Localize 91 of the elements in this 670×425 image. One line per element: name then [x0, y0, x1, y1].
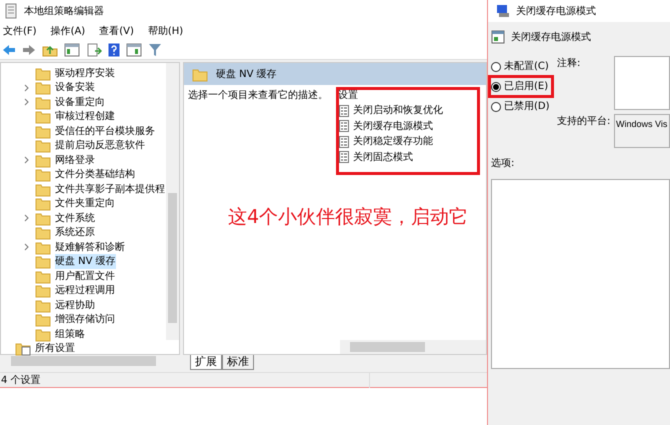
comment-field[interactable]: [614, 56, 670, 110]
tree-item[interactable]: 远程协助: [55, 298, 95, 313]
highlight-frame: [488, 75, 554, 98]
window-title: 本地组策略编辑器: [24, 4, 104, 18]
back-arrow-icon[interactable]: [2, 44, 16, 56]
radio-label[interactable]: 未配置(C): [504, 59, 549, 74]
folder-icon: [35, 312, 51, 328]
app-icon: [4, 3, 18, 19]
column-header[interactable]: 设置: [338, 88, 478, 103]
tree-item[interactable]: 文件分类基础结构: [55, 167, 135, 182]
tab[interactable]: 扩展: [190, 355, 222, 370]
forward-arrow-icon[interactable]: [22, 44, 36, 56]
radio-label[interactable]: 已禁用(D): [504, 99, 550, 114]
folder-icon: [35, 138, 51, 154]
tree-item[interactable]: 硬盘 NV 缓存: [55, 254, 116, 270]
tree-item[interactable]: 驱动程序安装: [55, 66, 115, 81]
setting-item[interactable]: 关闭固态模式: [353, 150, 413, 165]
scrollbar[interactable]: [166, 63, 179, 340]
tree-item[interactable]: 设备安装: [55, 80, 95, 96]
tree-item[interactable]: 增强存储访问: [55, 312, 115, 328]
tree-item[interactable]: 用户配置文件: [55, 268, 115, 284]
export-list-icon[interactable]: [86, 42, 102, 56]
menu-item[interactable]: 操作(A): [50, 24, 86, 38]
folder-icon: [35, 80, 51, 96]
folder-icon: [35, 109, 51, 124]
properties-icon[interactable]: [126, 42, 142, 56]
tree-item[interactable]: 疑难解答和诊断: [55, 240, 125, 255]
field-label: 注释:: [557, 56, 582, 71]
folder-icon: [35, 268, 51, 284]
folder-icon: [192, 66, 208, 82]
help-icon[interactable]: [108, 42, 120, 56]
expand-chevron-icon[interactable]: [24, 243, 30, 252]
policy-setting-icon: [338, 104, 350, 117]
folder-icon: [35, 66, 51, 81]
annotation-text: 这4个小伙伴很寂寞，启动它: [228, 205, 468, 230]
folder-icon: [35, 124, 51, 139]
tree-item[interactable]: 审核过程创建: [55, 109, 115, 124]
folder-icon: [35, 152, 51, 168]
tree-item[interactable]: 文件系统: [55, 210, 95, 226]
expand-chevron-icon[interactable]: [24, 156, 30, 164]
radio-label[interactable]: 已启用(E): [504, 79, 548, 94]
tree-item[interactable]: 文件夹重定向: [55, 196, 115, 212]
tree-item[interactable]: 提前启动反恶意软件: [55, 138, 145, 154]
folder-icon: [35, 210, 51, 226]
folder-icon: [35, 167, 51, 182]
expand-chevron-icon[interactable]: [24, 84, 30, 92]
policy-setting-icon: [338, 120, 350, 132]
folder-icon: [35, 326, 51, 342]
tree-item[interactable]: 设备重定向: [55, 94, 105, 110]
tab[interactable]: 标准: [222, 355, 254, 370]
policy-setting-icon: [338, 151, 350, 164]
folder-icon: [35, 298, 51, 313]
folder-icon: [35, 225, 51, 240]
platform-field: Windows Vis: [614, 114, 670, 148]
field-label: 选项:: [491, 156, 516, 171]
radio-button[interactable]: [491, 62, 501, 72]
description-text: 选择一个项目来查看它的描述。: [188, 88, 329, 103]
tree-item[interactable]: 文件共享影子副本提供程: [55, 182, 165, 197]
folder-icon: [35, 240, 51, 255]
dialog-title: 关闭缓存电源模式: [516, 4, 596, 18]
expand-chevron-icon[interactable]: [24, 98, 30, 106]
dialog-heading: 关闭缓存电源模式: [511, 30, 591, 44]
scrollbar[interactable]: [340, 340, 486, 354]
tree-item[interactable]: 受信任的平台模块服务: [55, 124, 155, 139]
tree-item[interactable]: 组策略: [55, 326, 85, 342]
expand-chevron-icon[interactable]: [24, 214, 30, 222]
folder-icon: [35, 196, 51, 212]
policy-setting-icon: [338, 136, 350, 148]
menu-item[interactable]: 查看(V): [99, 24, 134, 38]
setting-item[interactable]: 关闭稳定缓存功能: [353, 134, 433, 150]
tree-item[interactable]: 系统还原: [55, 225, 95, 240]
radio-button[interactable]: [491, 82, 501, 92]
tree-item[interactable]: 远程过程调用: [55, 283, 115, 298]
policy-window-icon: [496, 4, 510, 18]
policy-setting-icon: [491, 30, 505, 44]
folder-icon: [35, 94, 51, 110]
status-text: 4 个设置: [0, 372, 370, 388]
setting-item[interactable]: 关闭启动和恢复优化: [353, 103, 443, 118]
folder-icon: [35, 182, 51, 197]
console-tree-icon[interactable]: [64, 42, 80, 56]
tree-item[interactable]: 网络登录: [55, 152, 95, 168]
menu-item[interactable]: 文件(F): [3, 24, 37, 38]
pane-title: 硬盘 NV 缓存: [216, 68, 277, 82]
folder-icon: [35, 283, 51, 298]
menu-item[interactable]: 帮助(H): [148, 24, 184, 38]
field-label: 支持的平台:: [557, 114, 612, 129]
setting-item[interactable]: 关闭缓存电源模式: [353, 118, 433, 134]
radio-button[interactable]: [491, 102, 501, 112]
filter-icon[interactable]: [148, 42, 162, 56]
tree-item[interactable]: 所有设置: [35, 341, 75, 356]
folder-icon: [35, 254, 51, 270]
